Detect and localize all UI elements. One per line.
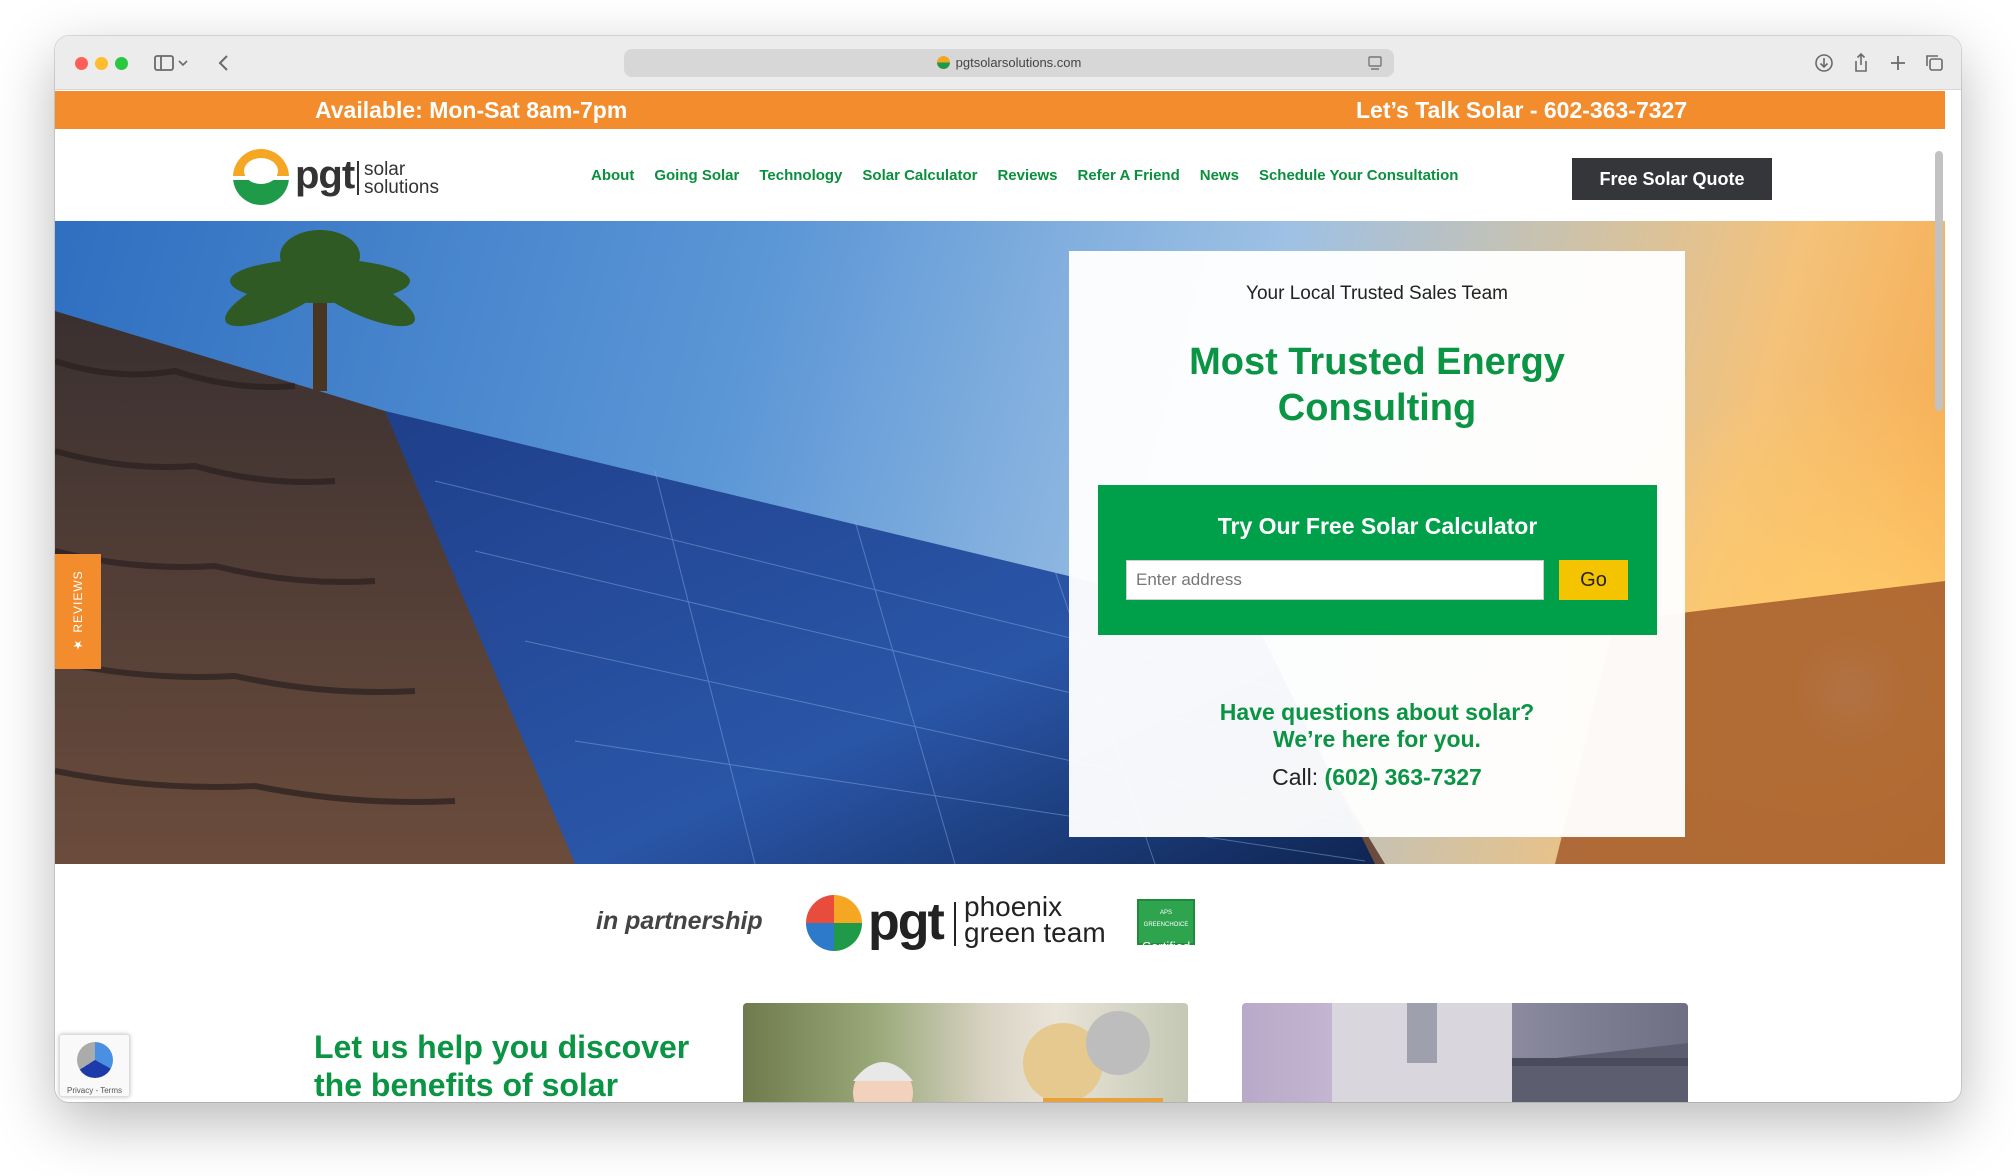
call-line: Call: (602) 363-7327: [1069, 764, 1685, 791]
site-header: pgt solar solutions About Going Solar Tec…: [55, 129, 1945, 221]
recaptcha-links[interactable]: Privacy - Terms: [67, 1086, 122, 1095]
nav-news[interactable]: News: [1200, 167, 1239, 184]
questions-text: Have questions about solar? We’re here f…: [1129, 699, 1625, 753]
partnership-label: in partnership: [596, 907, 763, 935]
nav-about[interactable]: About: [591, 167, 634, 184]
hero-title: Most Trusted Energy Consulting: [1189, 341, 1565, 429]
solar-calculator-widget: Try Our Free Solar Calculator Go: [1098, 485, 1657, 635]
nav-refer-a-friend[interactable]: Refer A Friend: [1078, 167, 1180, 184]
address-bar-url: pgtsolarsolutions.com: [955, 55, 1082, 70]
partner-subtitle: phoenix green team: [964, 893, 1106, 948]
recaptcha-badge[interactable]: Privacy - Terms: [59, 1034, 130, 1097]
close-window-button[interactable]: [75, 57, 88, 70]
address-bar[interactable]: pgtsolarsolutions.com: [624, 49, 1394, 77]
reader-icon[interactable]: [1365, 51, 1385, 77]
reviews-side-tab[interactable]: ★ REVIEWS: [55, 554, 101, 669]
downloads-icon[interactable]: [1811, 50, 1837, 76]
hero-section: ★ REVIEWS Your Local Trusted Sales Team …: [55, 221, 1945, 864]
logo-brand-text: pgt: [295, 153, 355, 197]
hero-card: Your Local Trusted Sales Team Most Trust…: [1069, 251, 1685, 837]
seniors-photo-image: [853, 1011, 1163, 1102]
recaptcha-icon: [76, 1042, 113, 1078]
site-favicon-icon: [936, 56, 950, 69]
calculator-title: Try Our Free Solar Calculator: [1217, 513, 1538, 539]
nav-reviews[interactable]: Reviews: [997, 167, 1057, 184]
partner-sub-line-2: green team: [964, 917, 1106, 948]
share-icon[interactable]: [1848, 50, 1874, 76]
main-nav: About Going Solar Technology Solar Calcu…: [591, 129, 1458, 221]
nav-schedule-consultation[interactable]: Schedule Your Consultation: [1259, 167, 1458, 184]
seniors-photo: [743, 1003, 1188, 1102]
pgt-globe-icon: [806, 895, 862, 951]
tab-overview-icon[interactable]: [1922, 50, 1948, 76]
nav-going-solar[interactable]: Going Solar: [654, 167, 739, 184]
palm-tree-icon: [225, 230, 415, 391]
chevron-down-icon[interactable]: [175, 50, 191, 76]
questions-line-2: We’re here for you.: [1273, 726, 1481, 752]
partner-brand-text: pgt: [868, 893, 945, 951]
free-solar-quote-button[interactable]: Free Solar Quote: [1572, 158, 1772, 200]
minimize-window-button[interactable]: [95, 57, 108, 70]
address-input[interactable]: [1126, 560, 1544, 600]
browser-window: pgtsolarsolutions.com Available: Mon-Sat…: [55, 36, 1961, 1102]
nav-solar-calculator[interactable]: Solar Calculator: [862, 167, 977, 184]
call-phone-link[interactable]: (602) 363-7327: [1325, 764, 1482, 790]
partner-logo-divider: [954, 902, 956, 946]
sidebar-toggle-icon[interactable]: [151, 50, 177, 76]
questions-line-1: Have questions about solar?: [1219, 699, 1535, 725]
announcement-bar: Available: Mon-Sat 8am-7pm Let’s Talk So…: [55, 91, 1945, 129]
page-scrollbar[interactable]: [1935, 151, 1943, 411]
benefits-heading: Let us help you discover the benefits of…: [314, 1029, 690, 1102]
modern-house-image: [1332, 1003, 1688, 1102]
logo-divider: [357, 161, 359, 195]
browser-titlebar: pgtsolarsolutions.com: [55, 36, 1961, 90]
business-hours: Available: Mon-Sat 8am-7pm: [315, 97, 628, 123]
logo-subtitle: solar solutions: [364, 160, 439, 198]
certified-badge: APS GREENCHOICE Certified: [1137, 899, 1195, 953]
zoom-window-button[interactable]: [115, 57, 128, 70]
nav-technology[interactable]: Technology: [759, 167, 842, 184]
logo-sub-line-2: solutions: [364, 177, 439, 198]
modern-house-photo: [1242, 1003, 1688, 1102]
back-icon[interactable]: [211, 50, 237, 76]
badge-bottom-text: Certified: [1141, 939, 1191, 954]
call-label: Call:: [1272, 764, 1319, 790]
sun-leaf-logo-icon: [233, 149, 289, 205]
hero-kicker: Your Local Trusted Sales Team: [1246, 283, 1508, 304]
site-logo[interactable]: pgt solar solutions: [233, 149, 453, 205]
badge-top-text: APS GREENCHOICE: [1143, 910, 1189, 928]
go-button[interactable]: Go: [1559, 560, 1628, 600]
topbar-phone-link[interactable]: Let’s Talk Solar - 602-363-7327: [1356, 91, 1687, 129]
page-viewport: Available: Mon-Sat 8am-7pm Let’s Talk So…: [55, 91, 1945, 1102]
new-tab-icon[interactable]: [1885, 50, 1911, 76]
